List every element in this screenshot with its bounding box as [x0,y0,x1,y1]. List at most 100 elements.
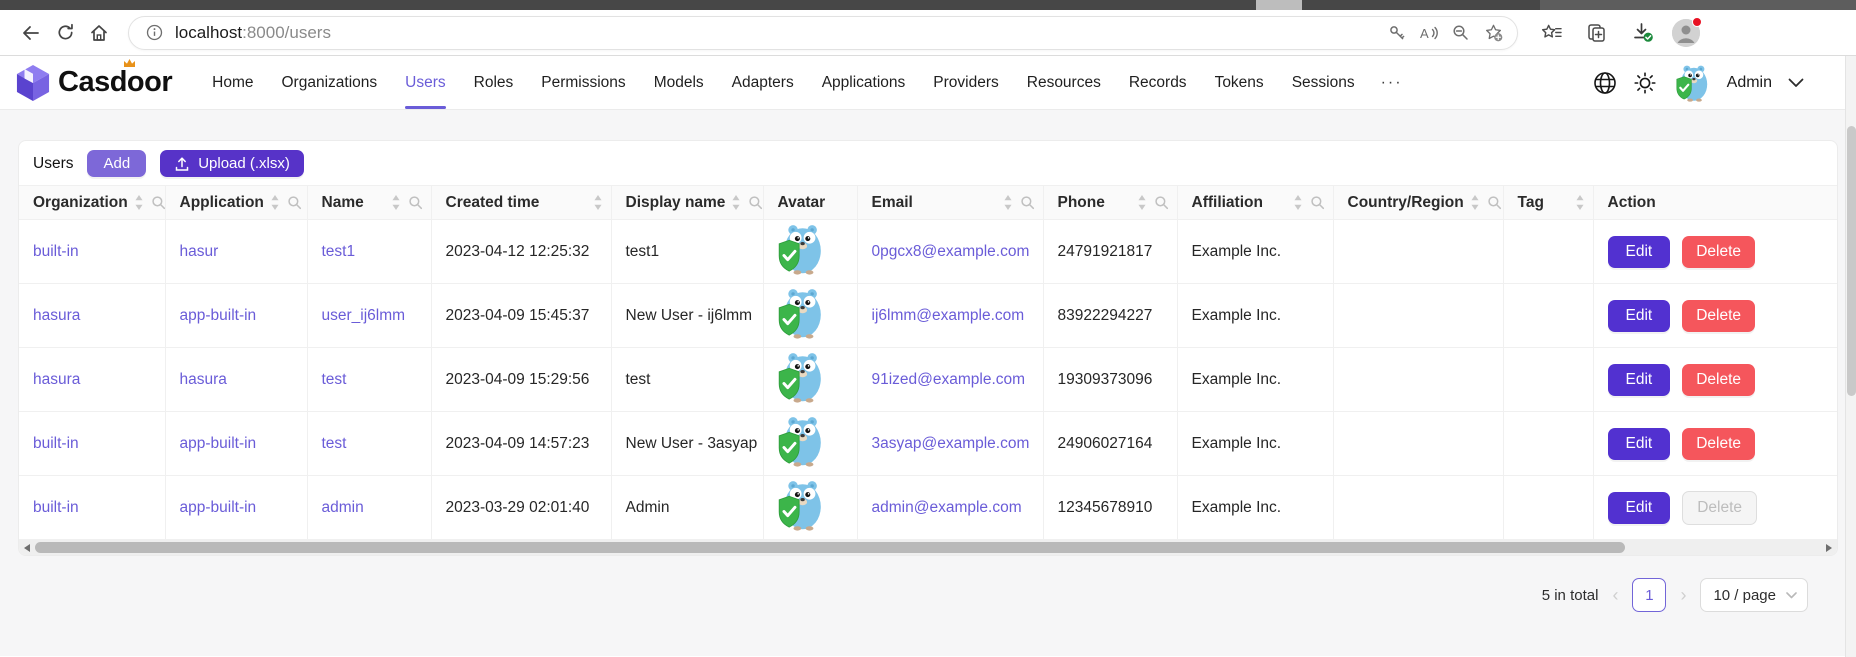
column-search-icon[interactable] [408,195,423,210]
organization-link[interactable]: built-in [33,499,79,516]
delete-button[interactable]: Delete [1682,364,1755,396]
application-link[interactable]: app-built-in [180,435,257,452]
add-favorite-icon[interactable] [1477,18,1509,48]
column-search-icon[interactable] [1020,195,1035,210]
read-aloud-icon[interactable]: A [1413,18,1445,48]
email-link[interactable]: ij6lmm@example.com [872,307,1025,324]
menu-item-users[interactable]: Users [391,56,459,109]
sorter-icon[interactable] [1137,195,1147,210]
downloads-icon[interactable] [1626,16,1660,50]
user-name-link[interactable]: test1 [322,243,356,260]
user-gopher-avatar[interactable] [774,477,826,533]
menu-item-providers[interactable]: Providers [919,56,1012,109]
browser-tab[interactable] [1256,0,1302,10]
delete-button[interactable]: Delete [1682,300,1755,332]
email-link[interactable]: 0pgcx8@example.com [872,243,1030,260]
menu-item-home[interactable]: Home [198,56,267,109]
edit-button[interactable]: Edit [1608,364,1671,396]
menu-item-permissions[interactable]: Permissions [527,56,639,109]
horizontal-scroll-track[interactable] [35,540,1821,555]
column-search-icon[interactable] [151,195,165,210]
user-name[interactable]: Admin [1727,74,1772,92]
sorter-icon[interactable] [593,195,603,210]
column-header-country-region[interactable]: Country/Region [1333,186,1503,220]
column-header-email[interactable]: Email [857,186,1043,220]
chevron-down-icon[interactable] [1788,78,1804,88]
back-icon[interactable] [14,16,48,50]
horizontal-scroll-thumb[interactable] [35,542,1625,553]
sorter-icon[interactable] [1470,195,1480,210]
sorter-icon[interactable] [391,195,401,210]
organization-link[interactable]: built-in [33,435,79,452]
vertical-scroll-thumb[interactable] [1847,126,1856,396]
scroll-left-arrow-icon[interactable] [19,540,35,555]
email-link[interactable]: 91ized@example.com [872,371,1026,388]
column-header-tag[interactable]: Tag [1503,186,1593,220]
sorter-icon[interactable] [731,195,741,210]
scroll-right-arrow-icon[interactable] [1821,540,1837,555]
menu-item-tokens[interactable]: Tokens [1201,56,1278,109]
user-name-link[interactable]: test [322,435,347,452]
user-name-link[interactable]: test [322,371,347,388]
pagination-prev-icon[interactable]: ‹ [1608,586,1622,604]
site-info-icon[interactable] [143,22,165,44]
user-name-link[interactable]: user_ij6lmm [322,307,406,324]
edit-button[interactable]: Edit [1608,428,1671,460]
column-search-icon[interactable] [287,195,302,210]
user-avatar[interactable] [1673,64,1711,102]
menu-item-resources[interactable]: Resources [1013,56,1115,109]
email-link[interactable]: admin@example.com [872,499,1022,516]
user-gopher-avatar[interactable] [774,413,826,469]
column-search-icon[interactable] [1154,195,1169,210]
upload-xlsx-button[interactable]: Upload (.xlsx) [160,150,304,177]
sorter-icon[interactable] [1575,195,1585,210]
menu-item-roles[interactable]: Roles [460,56,528,109]
zoom-out-icon[interactable] [1445,18,1477,48]
home-icon[interactable] [82,16,116,50]
column-header-phone[interactable]: Phone [1043,186,1177,220]
application-link[interactable]: hasur [180,243,219,260]
organization-link[interactable]: hasura [33,371,80,388]
add-user-button[interactable]: Add [87,150,146,177]
menu-overflow-icon[interactable]: ··· [1369,74,1415,92]
sorter-icon[interactable] [1293,195,1303,210]
password-key-icon[interactable] [1381,18,1413,48]
pagination-next-icon[interactable]: › [1676,586,1690,604]
column-header-affiliation[interactable]: Affiliation [1177,186,1333,220]
browser-tab-strip[interactable] [0,0,1856,10]
column-header-created-time[interactable]: Created time [431,186,611,220]
column-header-application[interactable]: Application [165,186,307,220]
url-text[interactable]: localhost:8000/users [175,23,1381,43]
application-link[interactable]: hasura [180,371,227,388]
column-search-icon[interactable] [748,195,763,210]
application-link[interactable]: app-built-in [180,499,257,516]
sorter-icon[interactable] [270,195,280,210]
browser-profile-avatar[interactable] [1672,19,1700,47]
column-header-name[interactable]: Name [307,186,431,220]
column-header-organization[interactable]: Organization [19,186,165,220]
delete-button[interactable]: Delete [1682,428,1755,460]
column-header-display-name[interactable]: Display name [611,186,763,220]
menu-item-applications[interactable]: Applications [808,56,920,109]
column-search-icon[interactable] [1487,195,1502,210]
theme-sun-icon[interactable] [1633,71,1657,95]
vertical-scrollbar[interactable] [1845,56,1856,657]
user-gopher-avatar[interactable] [774,285,826,341]
menu-item-sessions[interactable]: Sessions [1278,56,1369,109]
collections-icon[interactable] [1580,16,1614,50]
favorites-icon[interactable] [1534,16,1568,50]
edit-button[interactable]: Edit [1608,236,1671,268]
organization-link[interactable]: hasura [33,307,80,324]
horizontal-scrollbar[interactable] [19,540,1837,555]
menu-item-adapters[interactable]: Adapters [718,56,808,109]
address-bar[interactable]: localhost:8000/users A [128,16,1518,50]
menu-item-models[interactable]: Models [640,56,718,109]
refresh-icon[interactable] [48,16,82,50]
language-globe-icon[interactable] [1593,71,1617,95]
menu-item-records[interactable]: Records [1115,56,1201,109]
casdoor-logo[interactable]: Casdoor [16,64,172,102]
organization-link[interactable]: built-in [33,243,79,260]
user-gopher-avatar[interactable] [774,221,826,277]
browser-tab[interactable] [1540,0,1856,10]
menu-item-organizations[interactable]: Organizations [268,56,392,109]
